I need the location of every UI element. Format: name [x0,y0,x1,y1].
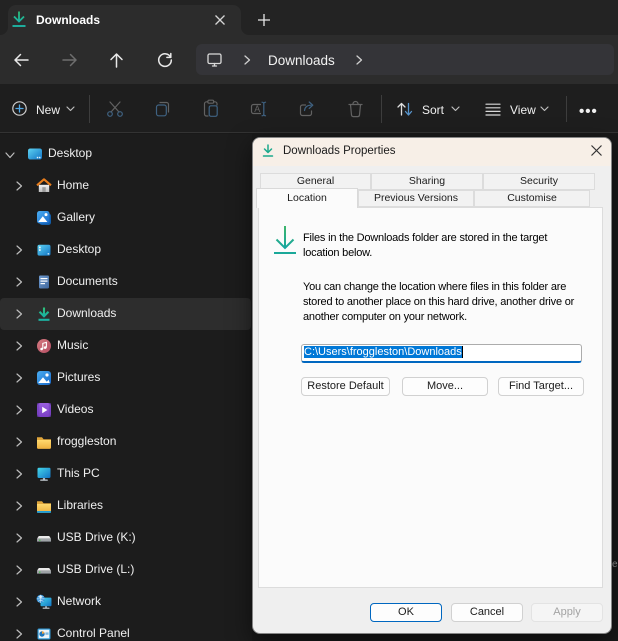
svg-text:A: A [254,104,260,114]
